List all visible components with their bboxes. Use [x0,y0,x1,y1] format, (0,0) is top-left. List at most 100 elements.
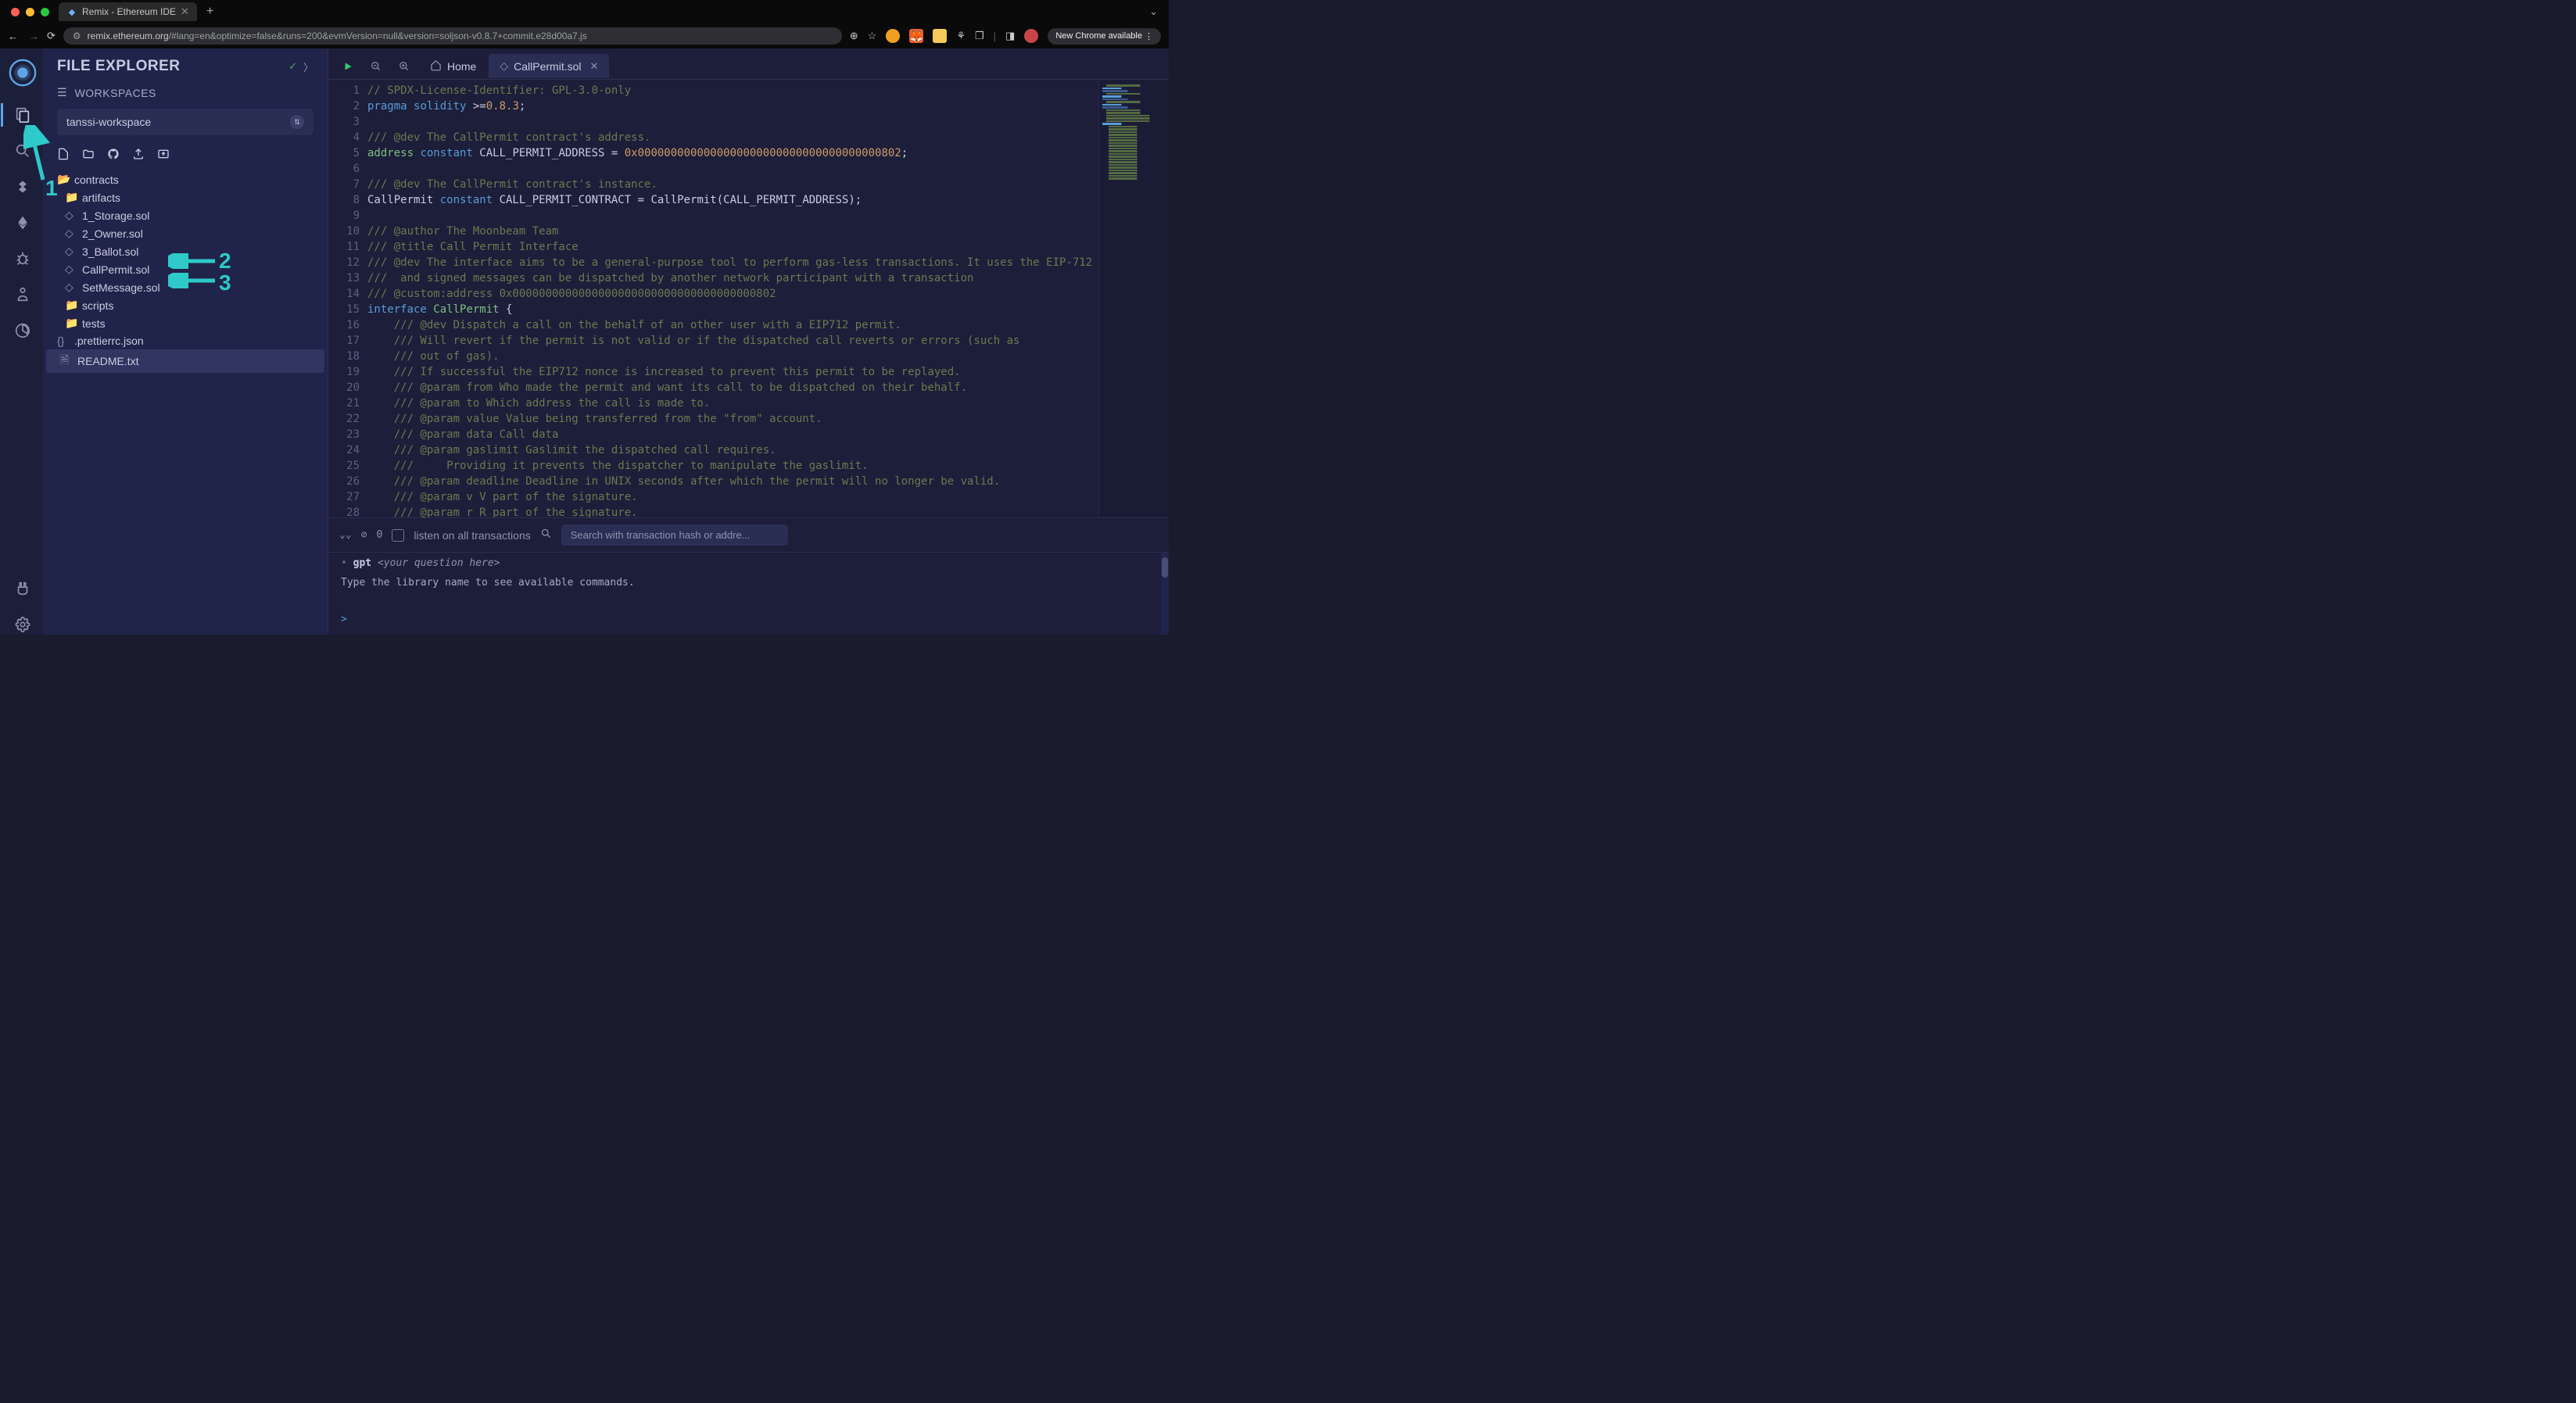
zoom-in-icon[interactable] [391,56,417,77]
tab-close-icon[interactable]: ✕ [590,60,599,73]
terminal-panel: ⌄⌄ ⊘ 0 listen on all transactions Search… [328,517,1169,635]
sidebar-item-learn[interactable] [13,285,33,305]
url-input[interactable]: ⚙ remix.ethereum.org/#lang=en&optimize=f… [63,27,842,45]
site-settings-icon[interactable]: ⚙ [73,30,81,41]
panel-title: FILE EXPLORER [57,58,282,75]
editor-area: Home ◇ CallPermit.sol ✕ 1234567891011121… [328,48,1169,635]
file-tree: 📂 contracts 📁 artifacts ◇ 1_Storage.sol … [43,170,328,635]
browser-url-bar: ← → ⟳ ⚙ remix.ethereum.org/#lang=en&opti… [0,23,1169,48]
tree-file-owner[interactable]: ◇ 2_Owner.sol [43,224,328,242]
window-maximize-button[interactable] [41,8,49,16]
workspaces-label: WORKSPACES [75,87,156,99]
browser-tab-title: Remix - Ethereum IDE [82,6,176,17]
window-controls[interactable] [6,8,54,16]
reload-icon[interactable]: ⟳ [47,30,56,42]
workspace-select[interactable]: tanssi-workspace ⇅ [57,109,313,135]
extensions-puzzle-icon[interactable]: ❐ [975,30,984,42]
terminal-search-input[interactable]: Search with transaction hash or addre... [561,524,788,546]
sidebar-item-search[interactable] [13,141,33,161]
tab-callpermit[interactable]: ◇ CallPermit.sol ✕ [489,54,609,78]
workspace-dropdown-icon[interactable]: ⇅ [290,115,304,129]
file-toolbar [43,145,328,170]
terminal-pending-count: 0 [376,529,382,541]
tab-home[interactable]: Home [419,54,487,79]
sidebar-item-file-explorer[interactable] [13,105,33,125]
solidity-file-icon: ◇ [65,227,77,240]
remix-logo-icon[interactable] [6,56,39,89]
nav-forward-icon[interactable]: → [29,30,39,42]
terminal-output[interactable]: • gpt <your question here> Type the libr… [328,553,1161,635]
terminal-collapse-icon[interactable]: ⌄⌄ [339,529,352,541]
new-tab-button[interactable]: + [202,5,218,19]
tab-dropdown-icon[interactable]: ⌄ [1145,5,1163,18]
tree-file-prettierrc[interactable]: {} .prettierrc.json [43,332,328,349]
solidity-file-icon: ◇ [65,263,77,276]
load-local-icon[interactable] [157,148,170,163]
nav-back-icon[interactable]: ← [8,30,18,42]
sidebar-item-deploy[interactable] [13,213,33,233]
tree-file-callpermit[interactable]: ◇ CallPermit.sol [43,260,328,278]
solidity-file-icon: ◇ [65,209,77,222]
zoom-icon[interactable]: ⊕ [850,30,858,42]
tree-file-setmessage[interactable]: ◇ SetMessage.sol [43,278,328,296]
workspace-name: tanssi-workspace [66,116,290,128]
tree-folder-contracts[interactable]: 📂 contracts [43,170,328,188]
tree-folder-tests[interactable]: 📁 tests [43,314,328,332]
update-chrome-button[interactable]: New Chrome available⋮ [1048,28,1161,45]
tree-file-ballot[interactable]: ◇ 3_Ballot.sol [43,242,328,260]
folder-icon: 📁 [65,299,77,312]
file-explorer-panel: FILE EXPLORER ✓ 〉 ☰ WORKSPACES tanssi-wo… [43,48,328,635]
browser-chrome: ◆ Remix - Ethereum IDE ✕ + ⌄ ← → ⟳ ⚙ rem… [0,0,1169,48]
solidity-file-icon: ◇ [500,59,508,73]
remix-app: FILE EXPLORER ✓ 〉 ☰ WORKSPACES tanssi-wo… [0,48,1169,635]
tree-file-storage[interactable]: ◇ 1_Storage.sol [43,206,328,224]
icon-sidebar [0,48,43,635]
bookmark-star-icon[interactable]: ☆ [868,30,877,42]
code-editor[interactable]: 1234567891011121314151617181920212223242… [328,80,1169,517]
github-icon[interactable] [107,148,120,163]
sidebar-item-debugger[interactable] [13,249,33,269]
window-close-button[interactable] [11,8,20,16]
new-file-icon[interactable] [57,148,70,163]
extension-2-icon[interactable]: 🦊 [909,29,923,43]
tree-file-readme[interactable]: 🗎 README.txt [46,349,324,373]
sidebar-item-settings[interactable] [13,614,33,635]
sidebar-item-compiler[interactable] [13,177,33,197]
json-file-icon: {} [57,335,70,347]
extension-1-icon[interactable] [886,29,900,43]
workspaces-menu-icon[interactable]: ☰ [57,86,67,99]
browser-tab-active[interactable]: ◆ Remix - Ethereum IDE ✕ [59,2,197,21]
code-content[interactable]: // SPDX-License-Identifier: GPL-3.0-only… [367,80,1098,517]
tree-folder-artifacts[interactable]: 📁 artifacts [43,188,328,206]
extension-4-icon[interactable]: ⚘ [956,30,966,42]
solidity-file-icon: ◇ [65,245,77,258]
folder-open-icon: 📂 [57,173,70,186]
minimap[interactable] [1098,80,1169,517]
terminal-clear-icon[interactable]: ⊘ [361,529,367,541]
window-minimize-button[interactable] [26,8,34,16]
zoom-out-icon[interactable] [363,56,389,77]
listen-checkbox[interactable] [392,529,404,542]
terminal-prompt[interactable]: > [341,610,1148,625]
sidepanel-icon[interactable]: ◨ [1005,30,1015,42]
new-folder-icon[interactable] [82,148,95,163]
sidebar-item-plugin[interactable] [13,578,33,599]
panel-collapse-icon[interactable]: 〉 [303,59,313,74]
browser-tab-bar: ◆ Remix - Ethereum IDE ✕ + ⌄ [0,0,1169,23]
sidebar-item-analytics[interactable] [13,320,33,341]
compile-status-icon[interactable]: ✓ [288,60,297,73]
profile-avatar-icon[interactable] [1024,29,1038,43]
listen-label: listen on all transactions [414,529,530,542]
text-file-icon: 🗎 [60,352,73,370]
terminal-scrollbar[interactable] [1161,553,1169,635]
tab-close-icon[interactable]: ✕ [181,5,189,18]
upload-icon[interactable] [132,148,145,163]
folder-icon: 📁 [65,191,77,204]
folder-icon: 📁 [65,317,77,330]
terminal-search-icon[interactable] [540,528,552,542]
extension-3-icon[interactable] [933,29,947,43]
annotation-number-1: 1 [45,176,58,201]
annotation-number-3: 3 [219,270,231,295]
run-script-button[interactable] [335,56,361,77]
tree-folder-scripts[interactable]: 📁 scripts [43,296,328,314]
